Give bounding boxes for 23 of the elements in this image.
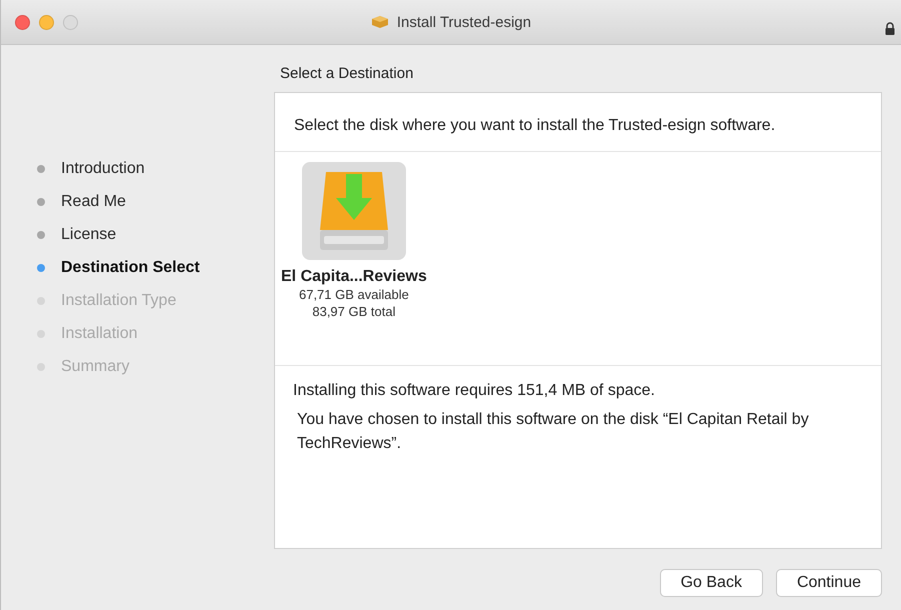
package-icon: [370, 15, 389, 29]
disk-name: El Capita...Reviews: [281, 268, 427, 286]
close-button[interactable]: [15, 14, 30, 30]
window-title: Install Trusted-esign: [396, 14, 532, 30]
step-label: Installation: [61, 325, 138, 343]
step-label: Summary: [61, 358, 130, 376]
disk-available: 67,71 GB available: [298, 286, 409, 303]
continue-button[interactable]: Continue: [776, 569, 882, 597]
step-label: Read Me: [61, 193, 126, 211]
space-requirement: Installing this software requires 151,4 MB of space.: [292, 381, 656, 400]
destination-summary: You have chosen to install this software on the disk “El Capitan Retail by TechReviews”.: [296, 410, 810, 454]
step-label: Installation Type: [61, 292, 176, 310]
step-label: Introduction: [61, 160, 145, 178]
disk-total: 83,97 GB total: [312, 303, 396, 320]
go-back-button[interactable]: Go Back: [660, 569, 763, 597]
disk-tile[interactable]: [302, 162, 406, 260]
zoom-button[interactable]: [63, 14, 78, 30]
step-label: License: [61, 226, 116, 244]
section-heading: Select a Destination: [279, 64, 414, 84]
lock-icon: [885, 22, 895, 35]
minimize-button[interactable]: [39, 14, 54, 30]
step-label: Destination Select: [61, 259, 200, 277]
prompt-text: Select the disk where you want to install the Trusted-esign software.: [275, 93, 881, 152]
